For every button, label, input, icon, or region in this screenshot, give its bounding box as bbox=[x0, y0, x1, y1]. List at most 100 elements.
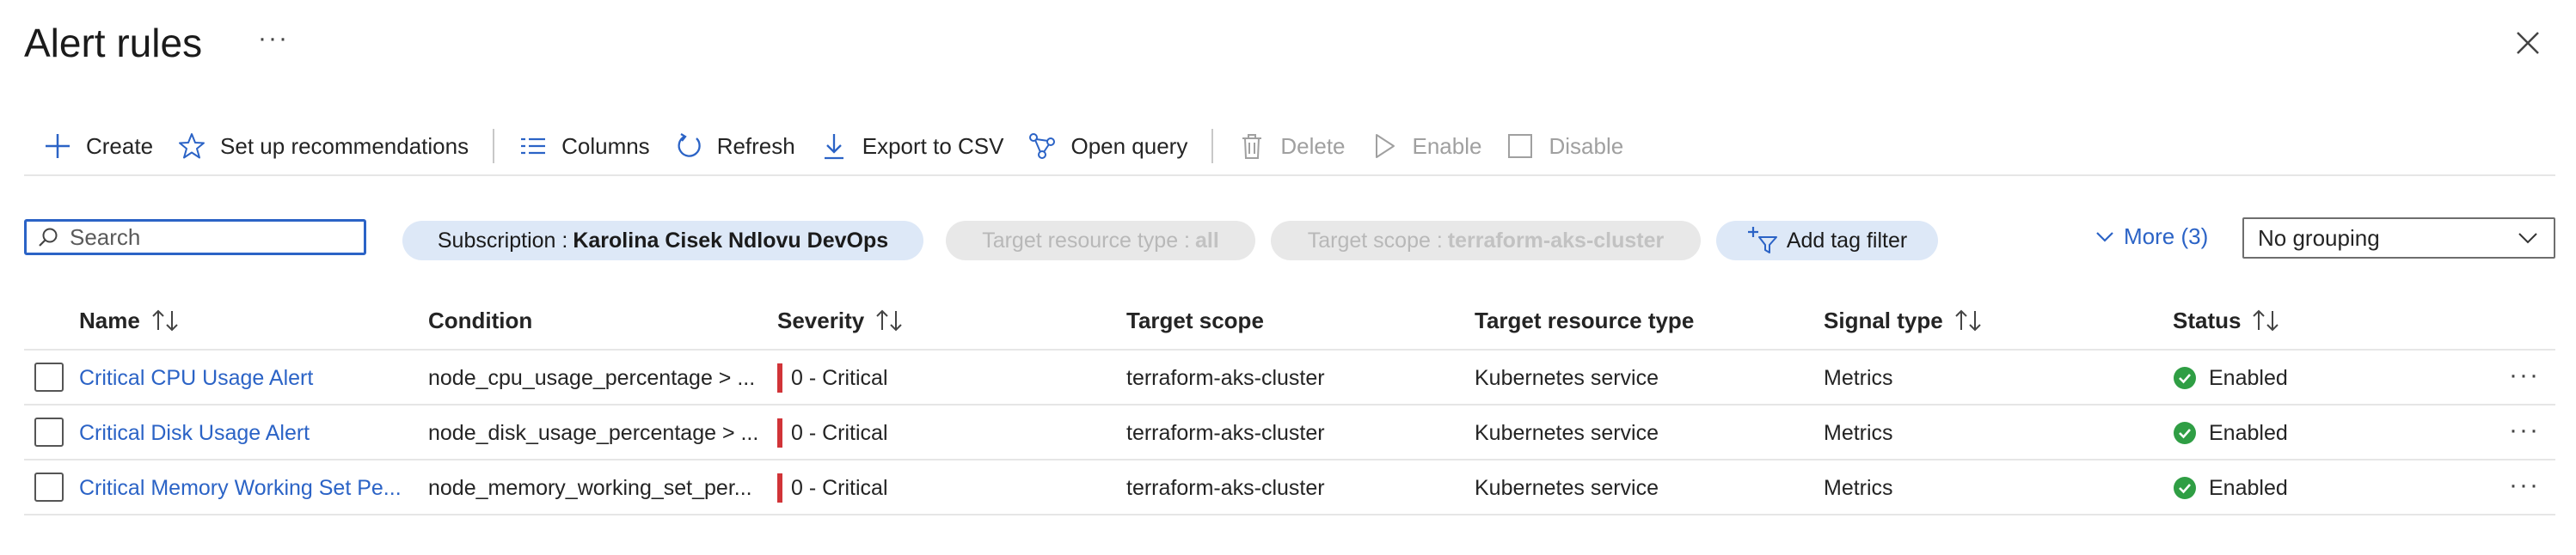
target-scope-filter-value: terraform-aks-cluster bbox=[1447, 228, 1665, 253]
create-button[interactable]: Create bbox=[31, 123, 165, 169]
status-cell: Enabled bbox=[2173, 406, 2482, 460]
columns-button[interactable]: Columns bbox=[506, 123, 662, 169]
delete-button[interactable]: Delete bbox=[1225, 123, 1357, 169]
column-header-label: Target resource type bbox=[1475, 307, 1695, 333]
search-box[interactable] bbox=[24, 219, 366, 255]
subscription-filter-value: Karolina Cisek Ndlovu DevOps bbox=[573, 228, 889, 253]
column-header-signal-type[interactable]: Signal type bbox=[1824, 292, 1983, 349]
subscription-filter[interactable]: Subscription : Karolina Cisek Ndlovu Dev… bbox=[402, 221, 923, 260]
enable-button[interactable]: Enable bbox=[1358, 123, 1494, 169]
condition-cell: node_memory_working_set_per... bbox=[428, 475, 752, 500]
column-header-label: Status bbox=[2173, 307, 2242, 333]
rule-name-link[interactable]: Critical Disk Usage Alert bbox=[79, 406, 406, 460]
star-icon bbox=[179, 133, 205, 159]
severity-text: 0 - Critical bbox=[791, 475, 888, 500]
more-filters-label: More (3) bbox=[2124, 223, 2209, 249]
add-tag-filter-button[interactable]: Add tag filter bbox=[1716, 221, 1938, 260]
toolbar: Create Set up recommendations Columns Re… bbox=[31, 123, 1635, 169]
condition-cell: node_cpu_usage_percentage > ... bbox=[428, 365, 756, 390]
column-header-condition[interactable]: Condition bbox=[428, 292, 532, 349]
search-input[interactable] bbox=[68, 223, 355, 252]
sort-icon[interactable] bbox=[2251, 308, 2280, 333]
setup-label: Set up recommendations bbox=[220, 132, 469, 159]
add-filter-icon bbox=[1747, 227, 1777, 253]
row-checkbox[interactable] bbox=[34, 418, 64, 447]
column-header-target-scope[interactable]: Target scope bbox=[1126, 292, 1264, 349]
rule-name-link[interactable]: Critical CPU Usage Alert bbox=[79, 351, 406, 406]
row-more-icon[interactable]: ··· bbox=[2507, 418, 2542, 447]
check-circle-icon bbox=[2174, 422, 2196, 444]
status-text: Enabled bbox=[2209, 365, 2288, 390]
column-header-label: Target scope bbox=[1126, 307, 1264, 333]
target-scope-cell: terraform-aks-cluster bbox=[1126, 475, 1325, 500]
resource-type-filter[interactable]: Target resource type : all bbox=[946, 221, 1255, 260]
check-circle-icon bbox=[2174, 367, 2196, 389]
column-header-label: Signal type bbox=[1824, 307, 1943, 333]
column-header-label: Name bbox=[79, 307, 140, 333]
refresh-button[interactable]: Refresh bbox=[662, 123, 807, 169]
row-checkbox[interactable] bbox=[34, 363, 64, 392]
status-cell: Enabled bbox=[2173, 460, 2482, 515]
sort-icon[interactable] bbox=[874, 308, 904, 333]
trash-icon bbox=[1242, 134, 1262, 159]
row-checkbox[interactable] bbox=[34, 473, 64, 502]
page-title: Alert rules bbox=[24, 21, 203, 65]
column-header-label: Condition bbox=[428, 307, 533, 333]
resource-type-filter-value: all bbox=[1195, 228, 1219, 253]
more-filters-button[interactable]: More (3) bbox=[2095, 223, 2208, 250]
severity-cell: 0 - Critical bbox=[777, 460, 1104, 515]
more-actions-icon[interactable]: ··· bbox=[258, 24, 289, 53]
signal-type-cell: Metrics bbox=[1824, 365, 1893, 390]
column-header-severity[interactable]: Severity bbox=[777, 292, 904, 349]
disable-label: Disable bbox=[1549, 132, 1624, 159]
table-row[interactable]: Critical Memory Working Set Pe... node_m… bbox=[24, 459, 2555, 515]
column-header-target-type[interactable]: Target resource type bbox=[1475, 292, 1694, 349]
row-more-icon[interactable]: ··· bbox=[2507, 473, 2542, 502]
rule-name[interactable]: Critical CPU Usage Alert bbox=[79, 366, 313, 391]
query-icon bbox=[1029, 133, 1056, 159]
refresh-label: Refresh bbox=[716, 132, 795, 159]
sort-icon[interactable] bbox=[1953, 308, 1983, 333]
create-label: Create bbox=[86, 132, 154, 159]
rule-name-link[interactable]: Critical Memory Working Set Pe... bbox=[79, 460, 406, 515]
severity-text: 0 - Critical bbox=[791, 420, 888, 445]
chevron-down-icon bbox=[2518, 233, 2537, 244]
close-icon[interactable] bbox=[2509, 24, 2547, 62]
status-cell: Enabled bbox=[2173, 351, 2482, 406]
table-row[interactable]: Critical CPU Usage Alert node_cpu_usage_… bbox=[24, 349, 2555, 406]
grouping-value: No grouping bbox=[2258, 224, 2380, 251]
status-text: Enabled bbox=[2209, 420, 2288, 445]
critical-severity-indicator bbox=[777, 363, 782, 393]
severity-cell: 0 - Critical bbox=[777, 351, 1104, 406]
target-scope-filter-label: Target scope : bbox=[1307, 228, 1443, 253]
refresh-icon bbox=[678, 133, 701, 157]
severity-text: 0 - Critical bbox=[791, 365, 888, 390]
row-more-icon[interactable]: ··· bbox=[2507, 363, 2542, 392]
column-header-name[interactable]: Name bbox=[79, 292, 180, 349]
chevron-down-icon bbox=[2096, 231, 2113, 242]
table-row[interactable]: Critical Disk Usage Alert node_disk_usag… bbox=[24, 404, 2555, 460]
delete-label: Delete bbox=[1280, 132, 1346, 159]
setup-recommendations-button[interactable]: Set up recommendations bbox=[165, 123, 481, 169]
target-scope-filter[interactable]: Target scope : terraform-aks-cluster bbox=[1271, 221, 1701, 260]
grouping-dropdown[interactable]: No grouping bbox=[2242, 217, 2555, 259]
columns-icon bbox=[521, 137, 546, 155]
enable-label: Enable bbox=[1412, 132, 1482, 159]
target-scope-cell: terraform-aks-cluster bbox=[1126, 420, 1325, 445]
open-query-button[interactable]: Open query bbox=[1015, 123, 1199, 169]
rule-name[interactable]: Critical Disk Usage Alert bbox=[79, 421, 310, 446]
disable-button[interactable]: Disable bbox=[1493, 123, 1635, 169]
check-circle-icon bbox=[2174, 477, 2196, 499]
sort-icon[interactable] bbox=[150, 308, 180, 333]
resource-type-filter-label: Target resource type : bbox=[982, 228, 1190, 253]
table-bottom-border bbox=[24, 514, 2555, 515]
rule-name[interactable]: Critical Memory Working Set Pe... bbox=[79, 476, 402, 501]
column-header-label: Severity bbox=[777, 307, 865, 333]
status-text: Enabled bbox=[2209, 475, 2288, 500]
export-csv-button[interactable]: Export to CSV bbox=[807, 123, 1016, 169]
critical-severity-indicator bbox=[777, 473, 782, 503]
open-query-label: Open query bbox=[1070, 132, 1188, 159]
plus-icon bbox=[46, 134, 70, 158]
critical-severity-indicator bbox=[777, 418, 782, 448]
column-header-status[interactable]: Status bbox=[2173, 292, 2280, 349]
